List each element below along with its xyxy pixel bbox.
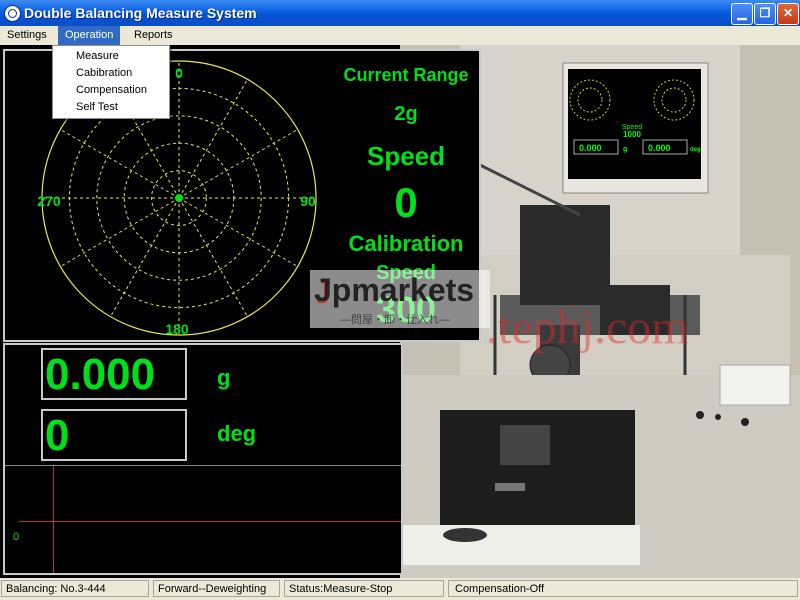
menu-item-compensation[interactable]: Compensation	[53, 82, 169, 99]
status-mode: Forward--Deweighting	[153, 580, 280, 597]
minimize-button[interactable]: ▁	[731, 3, 753, 25]
window-title: Double Balancing Measure System	[24, 5, 257, 21]
readout-panel: 0.000 g 0 deg 0	[3, 343, 403, 575]
polar-label-180: 180	[165, 321, 189, 337]
speed-label: Speed	[366, 141, 446, 171]
menu-item-measure[interactable]: Measure	[53, 48, 169, 65]
monitor-value-left: 0.000	[579, 143, 602, 153]
polar-label-270: 270	[37, 193, 61, 209]
trace-divider	[5, 465, 401, 466]
close-icon: ✕	[782, 6, 794, 20]
amplitude-unit: g	[217, 365, 231, 390]
menu-bar: Settings Operation Reports	[0, 26, 800, 45]
angle-box: 0	[41, 409, 187, 461]
menu-reports[interactable]: Reports	[127, 26, 180, 45]
menu-item-self-test[interactable]: Self Test	[53, 99, 169, 116]
watermark-tagline: —問屋・卸・仕入れ—	[340, 314, 450, 326]
menu-operation[interactable]: Operation	[58, 26, 121, 45]
menu-settings[interactable]: Settings	[0, 26, 54, 45]
status-balancing: Balancing: No.3-444	[1, 580, 149, 597]
title-bar: Double Balancing Measure System ▁ ❐ ✕	[0, 0, 800, 26]
current-range-value: 2g	[394, 103, 418, 125]
polar-spoke	[60, 197, 180, 267]
monitor-unit-g: g	[623, 146, 627, 153]
speed-value: 0	[394, 179, 418, 226]
polar-label-0: 0	[175, 65, 183, 81]
operation-dropdown: Measure Cabibration Compensation Self Te…	[52, 45, 170, 119]
monitor-speed-value: 1000	[623, 130, 641, 139]
watermark-brand: Jpmarkets	[314, 272, 475, 308]
restore-icon: ❐	[759, 6, 771, 20]
status-state: Status:Measure-Stop	[284, 580, 444, 597]
polar-spoke	[178, 197, 298, 267]
angle-unit: deg	[217, 421, 257, 446]
amplitude-value: 0.000	[45, 350, 156, 399]
current-range-label: Current Range	[343, 65, 469, 85]
maximize-button[interactable]: ❐	[754, 3, 776, 25]
amplitude-box: 0.000	[41, 348, 187, 400]
polar-spoke	[110, 197, 180, 317]
polar-spoke	[178, 129, 298, 199]
trace-vertical-axis	[53, 466, 54, 573]
polar-label-90: 90	[300, 193, 316, 209]
monitor-value-right: 0.000	[648, 143, 671, 153]
minimize-icon: ▁	[737, 6, 747, 20]
monitor-unit-deg: deg	[690, 147, 701, 153]
polar-spoke	[60, 129, 180, 199]
menu-item-calibration[interactable]: Cabibration	[53, 65, 169, 82]
angle-value: 0	[45, 411, 70, 460]
app-icon	[4, 5, 21, 22]
trace-horizontal-axis	[19, 521, 401, 522]
close-button[interactable]: ✕	[777, 3, 799, 25]
polar-center-dot	[175, 194, 183, 202]
status-compensation: Compensation-Off	[448, 580, 798, 597]
status-bar: Balancing: No.3-444 Forward--Deweighting…	[0, 578, 800, 600]
polar-spoke	[178, 79, 248, 199]
calibration-label: Calibration	[348, 231, 464, 256]
trace-zero-label: 0	[13, 531, 20, 543]
polar-spoke	[178, 197, 248, 317]
watermark-url: .tephj.com	[486, 301, 689, 354]
watermark-box: J Jpmarkets —問屋・卸・仕入れ—	[310, 270, 490, 328]
